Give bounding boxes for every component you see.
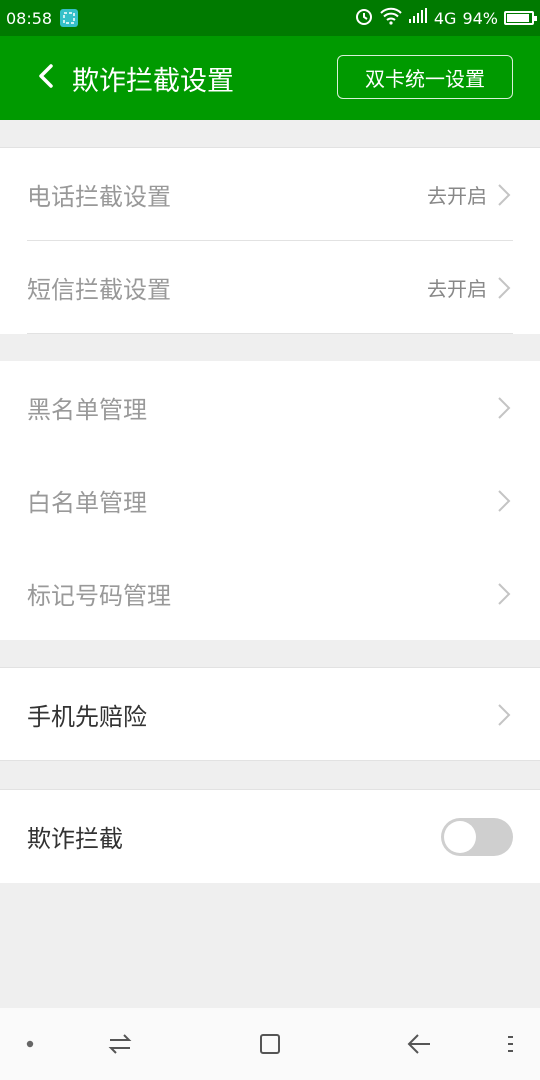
back-arrow-icon[interactable] <box>404 1030 434 1058</box>
fraud-block-label: 欺诈拦截 <box>27 825 123 853</box>
toggle-knob <box>444 820 476 853</box>
list-management-group: 黑名单管理 白名单管理 标记号码管理 <box>0 361 540 640</box>
fraud-block-group: 欺诈拦截 <box>0 789 540 883</box>
sms-block-settings-row[interactable]: 短信拦截设置 去开启 <box>0 241 540 334</box>
call-block-label: 电话拦截设置 <box>27 183 171 211</box>
status-time: 08:58 <box>6 8 53 28</box>
battery-percent: 94% <box>462 8 498 28</box>
home-square-icon[interactable] <box>256 1030 284 1058</box>
marked-numbers-label: 标记号码管理 <box>27 582 171 610</box>
marked-numbers-row[interactable]: 标记号码管理 <box>0 547 540 640</box>
insurance-group: 手机先赔险 <box>0 667 540 761</box>
alarm-icon <box>354 6 374 30</box>
chevron-right-icon <box>497 183 513 207</box>
block-settings-group: 电话拦截设置 去开启 短信拦截设置 去开启 <box>0 147 540 334</box>
signal-icon <box>408 8 428 28</box>
fraud-block-row: 欺诈拦截 <box>0 790 540 883</box>
blacklist-label: 黑名单管理 <box>27 396 147 424</box>
call-block-status: 去开启 <box>427 184 487 208</box>
chevron-right-icon <box>497 489 513 513</box>
chevron-right-icon <box>497 703 513 727</box>
screenshot-app-icon <box>60 9 79 27</box>
switch-icon[interactable] <box>106 1030 134 1058</box>
dual-sim-settings-button[interactable]: 双卡统一设置 <box>337 55 513 99</box>
wifi-icon <box>380 7 402 29</box>
whitelist-label: 白名单管理 <box>27 489 147 517</box>
more-icon[interactable] <box>502 1030 518 1058</box>
phone-insurance-row[interactable]: 手机先赔险 <box>0 668 540 761</box>
chevron-left-icon <box>37 63 55 93</box>
nav-bar <box>0 1008 540 1080</box>
whitelist-row[interactable]: 白名单管理 <box>0 454 540 547</box>
menu-dot-icon[interactable] <box>22 1030 38 1058</box>
chevron-right-icon <box>497 582 513 606</box>
status-bar: 08:58 4G 94% <box>0 0 540 36</box>
blacklist-row[interactable]: 黑名单管理 <box>0 361 540 454</box>
battery-icon <box>504 11 537 25</box>
chevron-right-icon <box>497 276 513 300</box>
call-block-settings-row[interactable]: 电话拦截设置 去开启 <box>0 148 540 241</box>
sms-block-status: 去开启 <box>427 277 487 301</box>
page-title: 欺诈拦截设置 <box>72 65 234 97</box>
phone-insurance-label: 手机先赔险 <box>27 703 147 731</box>
sms-block-label: 短信拦截设置 <box>27 276 171 304</box>
chevron-right-icon <box>497 396 513 420</box>
app-bar: 欺诈拦截设置 双卡统一设置 <box>0 36 540 120</box>
fraud-block-toggle[interactable] <box>441 817 513 856</box>
back-button[interactable] <box>24 56 68 100</box>
network-type: 4G <box>433 8 457 28</box>
